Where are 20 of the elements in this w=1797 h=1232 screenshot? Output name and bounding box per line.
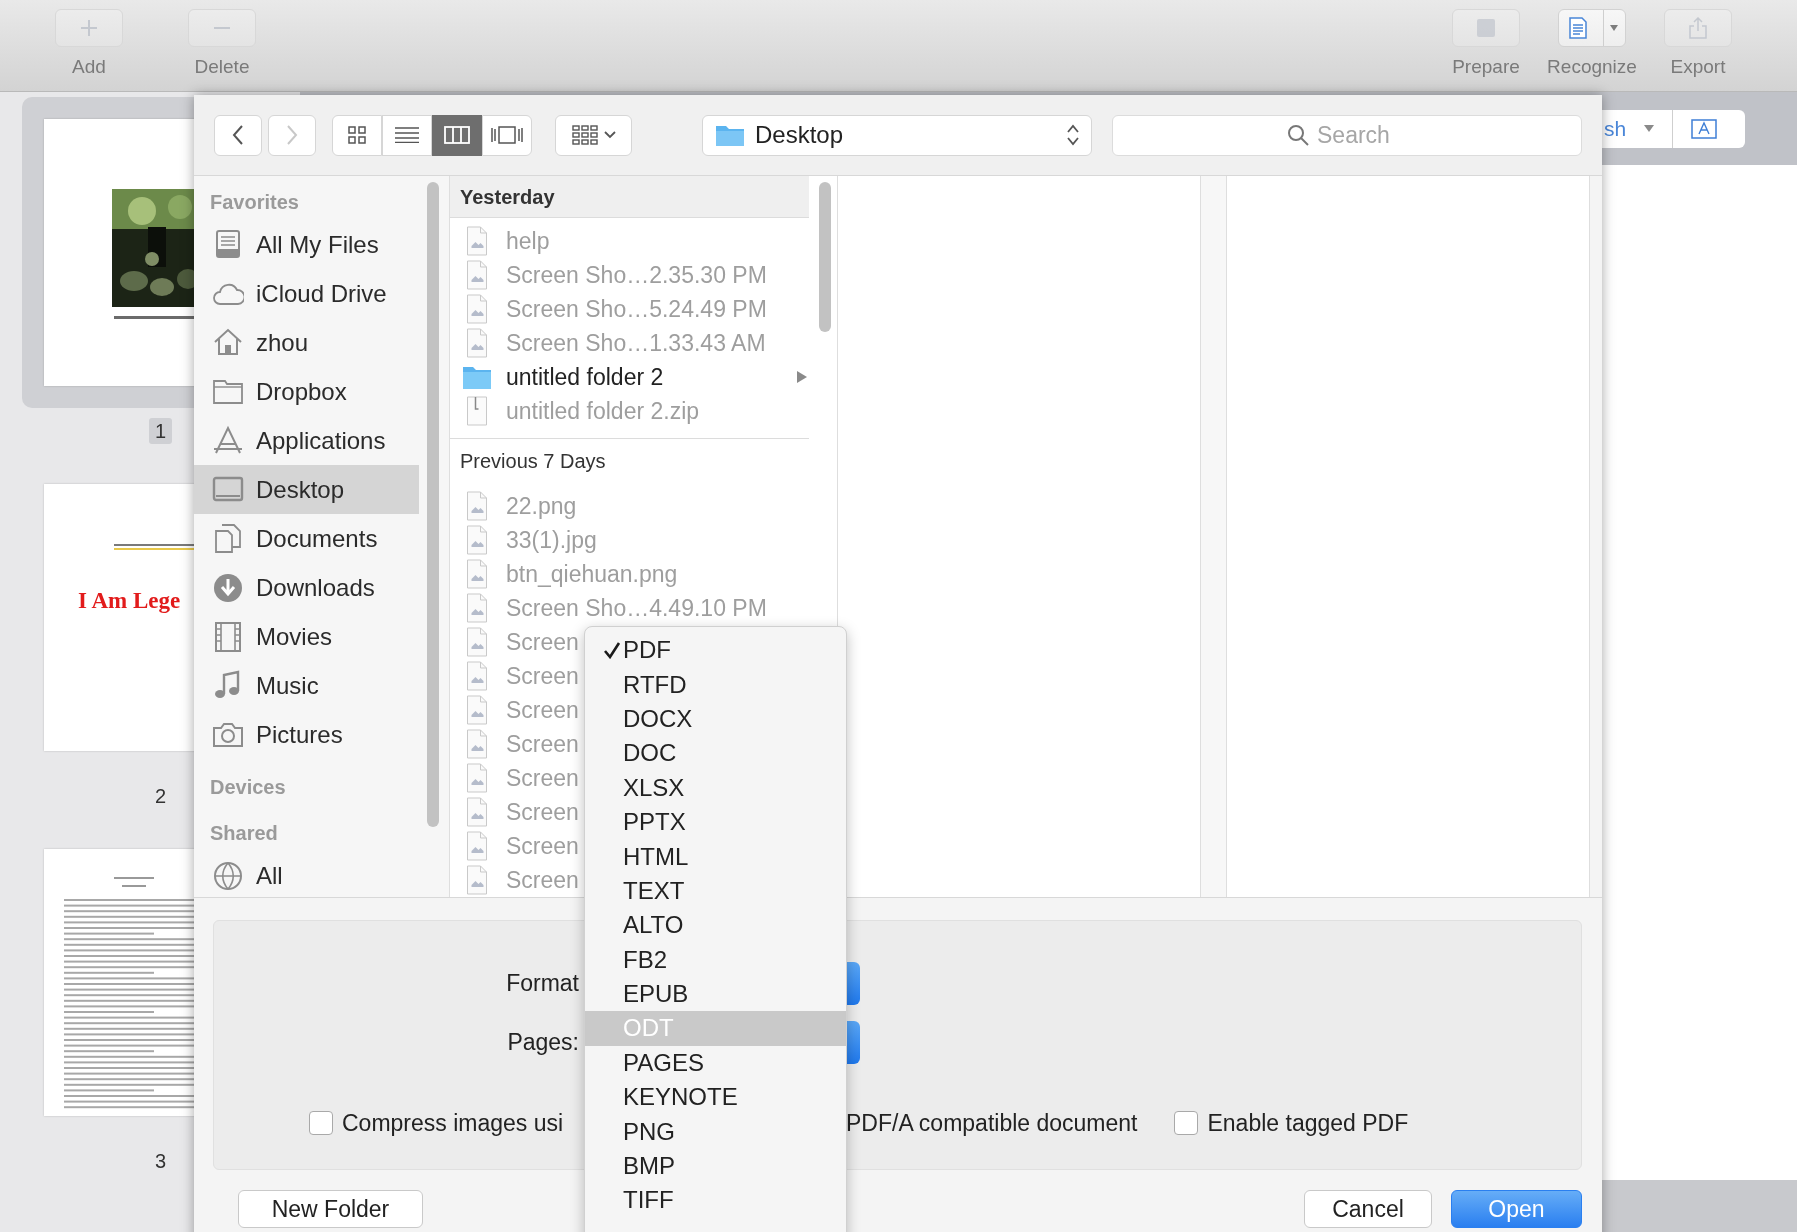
toolbar-label: Add xyxy=(72,56,106,78)
page-number: 2 xyxy=(153,784,168,809)
toolbar-label: Recognize xyxy=(1547,56,1637,78)
section-heading: Shared xyxy=(209,821,279,846)
toolbar-label: Delete xyxy=(194,56,250,78)
page-number: 3 xyxy=(153,1149,168,1174)
format-label: Format xyxy=(505,969,579,997)
pages-label: Pages: xyxy=(506,1028,579,1056)
checkbox-label: Compress images usi xyxy=(342,1109,564,1137)
toolbar-label: Prepare xyxy=(1452,56,1520,78)
group-heading: Yesterday xyxy=(450,176,809,218)
toolbar-label: Export xyxy=(1670,56,1726,78)
section-heading: Favorites xyxy=(209,190,300,215)
checkbox-label: Enable tagged PDF xyxy=(1207,1109,1409,1137)
page-number: 1 xyxy=(148,418,173,444)
language-label: sh xyxy=(1604,116,1627,141)
group-heading: Previous 7 Days xyxy=(459,449,607,474)
book-title: I Am Lege xyxy=(78,588,181,615)
section-heading: Devices xyxy=(209,775,287,800)
checkbox-label: PDF/A compatible document xyxy=(846,1109,1138,1137)
